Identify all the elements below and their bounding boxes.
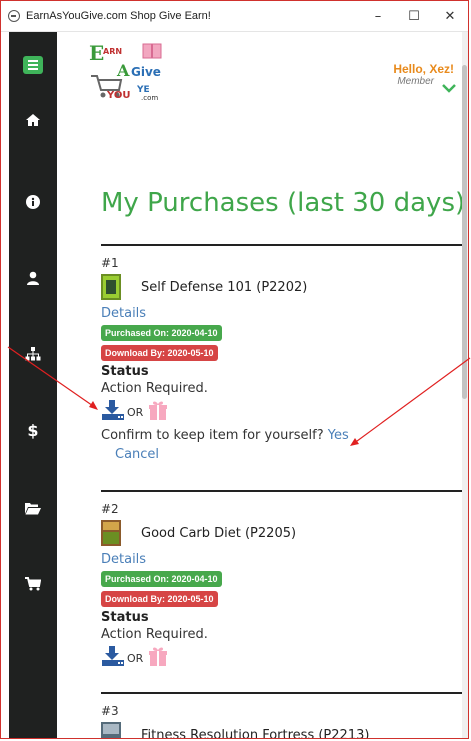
home-icon[interactable] <box>9 108 57 132</box>
or-label: OR <box>127 405 144 419</box>
site-logo[interactable]: E ARN A Give YOU YE .com <box>87 40 167 102</box>
close-button[interactable]: ✕ <box>432 1 468 31</box>
divider <box>101 692 462 694</box>
purchase-number: #3 <box>101 704 119 718</box>
product-name: Self Defense 101 (P2202) <box>141 279 308 295</box>
user-greeting: Hello, Xez! <box>393 62 454 76</box>
details-link[interactable]: Details <box>101 552 461 567</box>
chevron-down-icon[interactable] <box>442 78 456 97</box>
app-window: EarnAsYouGive.com Shop Give Earn! – ☐ ✕ … <box>0 0 469 739</box>
minimize-button[interactable]: – <box>360 1 396 31</box>
user-menu[interactable]: Hello, Xez! Member <box>393 62 456 93</box>
purchase-item: #3 Fitness Resolution Fortress (P2213) <box>101 704 461 739</box>
product-thumbnail[interactable] <box>101 722 121 739</box>
scrollbar-thumb[interactable] <box>462 65 467 399</box>
details-link[interactable]: Details <box>101 306 461 321</box>
action-row: OR <box>101 646 461 670</box>
divider <box>101 490 462 492</box>
purchase-item: #1 Self Defense 101 (P2202) Details Purc… <box>101 256 461 462</box>
download-icon[interactable] <box>101 400 125 424</box>
user-icon[interactable] <box>9 266 57 290</box>
status-text: Action Required. <box>101 627 208 642</box>
purchase-number: #2 <box>101 502 119 516</box>
window-title: EarnAsYouGive.com Shop Give Earn! <box>26 10 211 22</box>
folder-open-icon[interactable] <box>9 496 57 520</box>
dollar-icon[interactable]: $ <box>9 418 57 442</box>
maximize-button[interactable]: ☐ <box>396 1 432 31</box>
sitemap-icon[interactable] <box>9 342 57 366</box>
product-thumbnail[interactable] <box>101 274 121 300</box>
status-heading: Status <box>101 364 149 379</box>
purchase-number: #1 <box>101 256 119 270</box>
hamburger-menu-button[interactable] <box>23 56 43 74</box>
confirm-prompt: Confirm to keep item for yourself? Yes <box>101 428 461 443</box>
purchased-on-badge: Purchased On: 2020-04-10 <box>101 571 222 587</box>
product-name: Good Carb Diet (P2205) <box>141 525 297 541</box>
gift-icon[interactable] <box>148 646 168 670</box>
title-bar: EarnAsYouGive.com Shop Give Earn! – ☐ ✕ <box>1 1 468 32</box>
main-content: E ARN A Give YOU YE .com Hello, Xez! Mem… <box>57 32 462 739</box>
app-icon <box>8 10 20 22</box>
purchased-on-badge: Purchased On: 2020-04-10 <box>101 325 222 341</box>
product-row: Fitness Resolution Fortress (P2213) <box>101 722 461 739</box>
logo-suffix: .com <box>141 94 158 102</box>
cancel-link[interactable]: Cancel <box>115 447 461 462</box>
yes-link[interactable]: Yes <box>328 428 349 443</box>
page-title: My Purchases (last 30 days) <box>101 188 462 218</box>
product-row: Good Carb Diet (P2205) <box>101 520 461 546</box>
or-label: OR <box>127 651 144 665</box>
download-icon[interactable] <box>101 646 125 670</box>
logo-text-top: ARN <box>103 47 122 56</box>
left-edge <box>1 32 9 738</box>
svg-text:E: E <box>89 41 104 65</box>
svg-text:A: A <box>116 61 130 80</box>
product-thumbnail[interactable] <box>101 520 121 546</box>
purchase-item: #2 Good Carb Diet (P2205) Details Purcha… <box>101 502 461 670</box>
divider <box>101 244 462 246</box>
product-name: Fitness Resolution Fortress (P2213) <box>141 727 370 739</box>
download-by-badge: Download By: 2020-05-10 <box>101 345 218 361</box>
user-role: Member <box>397 76 434 87</box>
status-heading: Status <box>101 610 149 625</box>
logo-text-mid: Give <box>131 65 161 79</box>
logo-text-you: YOU <box>106 90 131 101</box>
status-text: Action Required. <box>101 381 208 396</box>
product-row: Self Defense 101 (P2202) <box>101 274 461 300</box>
window-controls: – ☐ ✕ <box>360 1 468 31</box>
action-row: OR <box>101 400 461 424</box>
sidebar: $ <box>9 32 57 738</box>
download-by-badge: Download By: 2020-05-10 <box>101 591 218 607</box>
cart-icon[interactable] <box>9 572 57 596</box>
confirm-text: Confirm to keep item for yourself? <box>101 428 324 443</box>
gift-icon[interactable] <box>148 400 168 424</box>
info-icon[interactable] <box>9 190 57 214</box>
